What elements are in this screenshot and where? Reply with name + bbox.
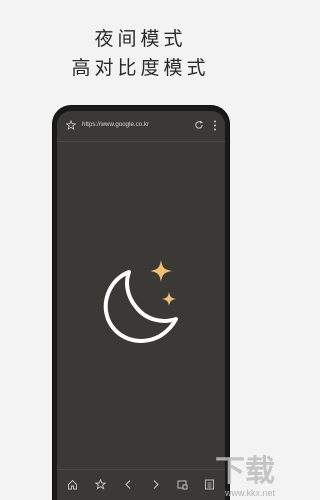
phone-screen: https://www.google.co.kr (57, 111, 225, 500)
moon-icon (103, 270, 178, 343)
menu-icon[interactable] (204, 479, 215, 490)
watermark: 下载 www.kkx.net (215, 446, 275, 498)
heading-line-1: 夜间模式 (94, 28, 187, 50)
phone-frame: https://www.google.co.kr (53, 106, 229, 500)
bottom-navigation-bar (57, 469, 225, 500)
home-icon[interactable] (67, 479, 78, 490)
reload-icon[interactable] (194, 120, 204, 130)
watermark-site: www.kkx.net (224, 488, 275, 498)
small-sparkle-icon (162, 292, 176, 306)
url-text[interactable]: https://www.google.co.kr (82, 121, 149, 128)
watermark-text: 下载 (215, 455, 275, 488)
night-mode-moon-illustration (103, 260, 178, 343)
heading-line-2: 高对比度模式 (71, 57, 210, 79)
address-bar: https://www.google.co.kr (57, 111, 225, 142)
back-icon[interactable] (123, 479, 134, 490)
tabs-icon[interactable] (177, 479, 188, 490)
more-icon[interactable] (213, 120, 217, 131)
forward-icon[interactable] (150, 479, 161, 490)
large-sparkle-icon (150, 260, 172, 282)
star-icon[interactable] (66, 120, 76, 130)
bookmark-star-icon[interactable] (95, 479, 106, 490)
